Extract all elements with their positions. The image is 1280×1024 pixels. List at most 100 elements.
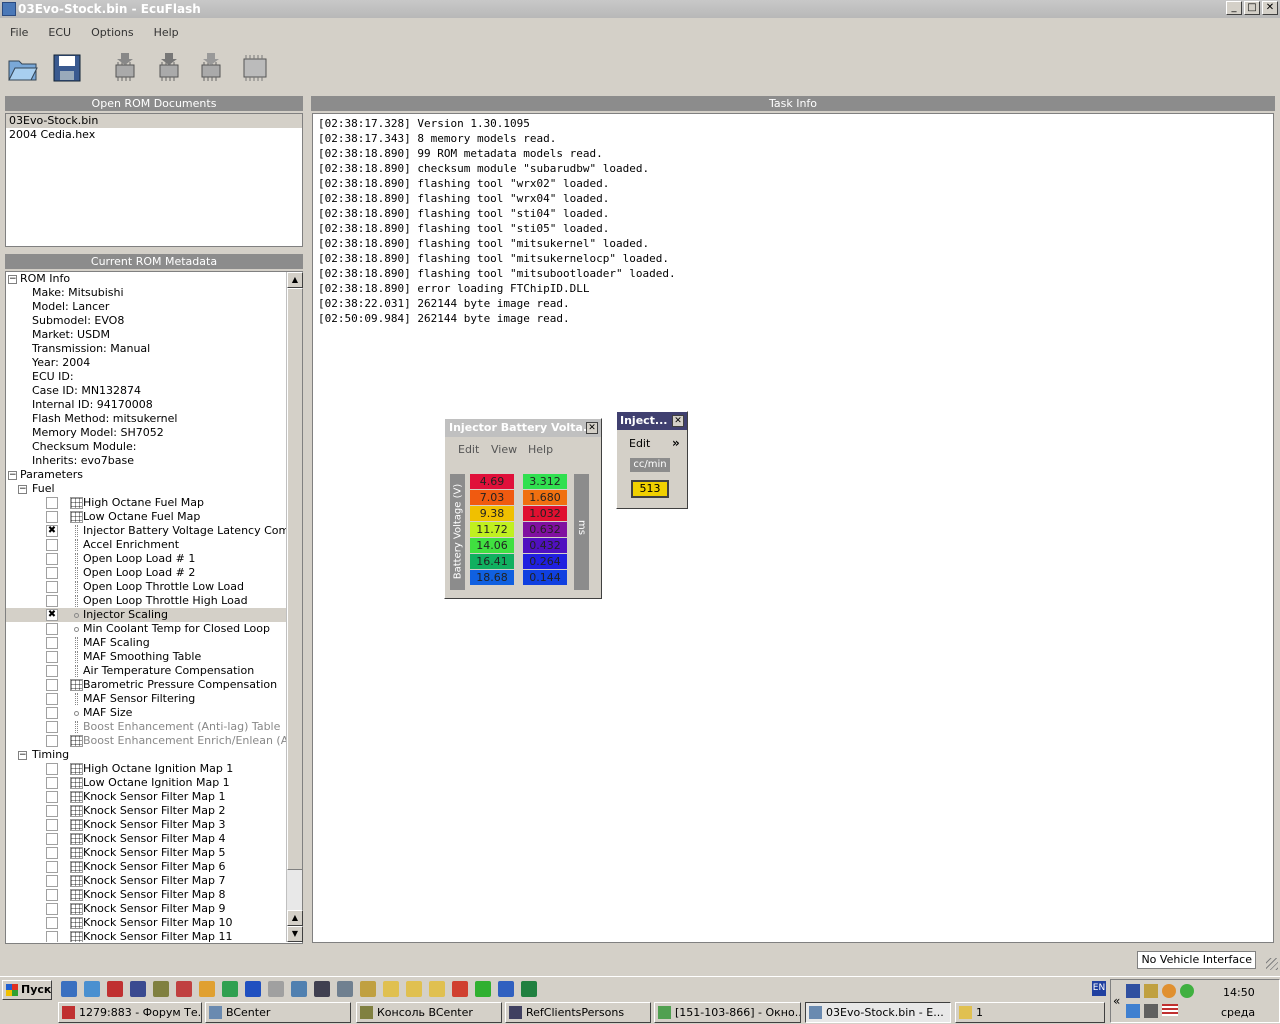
collapse-icon[interactable]: − xyxy=(18,485,27,494)
checkbox[interactable] xyxy=(46,581,58,593)
checkbox[interactable] xyxy=(46,651,58,663)
checkbox[interactable] xyxy=(46,777,58,789)
quicklaunch-pdf-icon[interactable] xyxy=(107,981,123,997)
checkbox[interactable] xyxy=(46,763,58,775)
open-icon[interactable] xyxy=(6,51,40,85)
tree-node-fuel[interactable]: − Fuel xyxy=(6,482,286,496)
parameter-item[interactable]: Knock Sensor Filter Map 7 xyxy=(6,874,286,888)
rom-item[interactable]: 2004 Cedia.hex xyxy=(6,128,302,142)
checkbox[interactable] xyxy=(46,567,58,579)
scaling-menu-edit[interactable]: Edit xyxy=(629,437,650,450)
parameter-item[interactable]: ✖ Injector Scaling xyxy=(6,608,286,622)
checkbox[interactable] xyxy=(46,847,58,859)
parameter-item[interactable]: Accel Enrichment xyxy=(6,538,286,552)
checkbox[interactable] xyxy=(46,707,58,719)
checkbox[interactable] xyxy=(46,595,58,607)
tray-network-icon[interactable] xyxy=(1144,1004,1158,1018)
checkbox[interactable]: ✖ xyxy=(46,525,58,537)
parameter-item[interactable]: Knock Sensor Filter Map 10 xyxy=(6,916,286,930)
parameter-item[interactable]: Knock Sensor Filter Map 2 xyxy=(6,804,286,818)
menu-file[interactable]: File xyxy=(0,26,38,39)
parameter-item[interactable]: Boost Enhancement (Anti-lag) Table xyxy=(6,720,286,734)
quicklaunch-save-icon[interactable] xyxy=(130,981,146,997)
quicklaunch-folder-icon[interactable] xyxy=(383,981,399,997)
parameter-item[interactable]: Barometric Pressure Compensation xyxy=(6,678,286,692)
latency-value-cell[interactable]: 0.144 xyxy=(523,570,567,585)
checkbox[interactable] xyxy=(46,679,58,691)
tree-node-parameters[interactable]: − Parameters xyxy=(6,468,286,482)
tray-clock-icon[interactable] xyxy=(1162,984,1176,998)
parameter-item[interactable]: Knock Sensor Filter Map 9 xyxy=(6,902,286,916)
collapse-icon[interactable]: − xyxy=(8,275,17,284)
taskbar-item-active[interactable]: 03Evo-Stock.bin - E... xyxy=(805,1002,951,1023)
scroll-up-button[interactable]: ▲ xyxy=(287,272,303,288)
write-chip-icon[interactable] xyxy=(152,51,186,85)
rom-info-item[interactable]: Internal ID: 94170008 xyxy=(6,398,286,412)
rom-info-item[interactable]: Flash Method: mitsukernel xyxy=(6,412,286,426)
latency-window-titlebar[interactable]: Injector Battery Volta... ✕ xyxy=(445,419,601,437)
taskbar-item[interactable]: RefClientsPersons xyxy=(505,1002,651,1023)
parameter-item[interactable]: MAF Scaling xyxy=(6,636,286,650)
voltage-axis-cell[interactable]: 11.72 xyxy=(470,522,514,537)
rom-info-item[interactable]: Market: USDM xyxy=(6,328,286,342)
close-button[interactable]: ✕ xyxy=(1262,1,1278,15)
test-write-icon[interactable] xyxy=(194,51,228,85)
parameter-item[interactable]: Open Loop Throttle Low Load xyxy=(6,580,286,594)
checkbox[interactable] xyxy=(46,833,58,845)
checkbox[interactable] xyxy=(46,931,58,942)
quicklaunch-excel-icon[interactable] xyxy=(521,981,537,997)
maximize-button[interactable]: □ xyxy=(1244,1,1260,15)
rom-info-item[interactable]: Inherits: evo7base xyxy=(6,454,286,468)
checkbox[interactable] xyxy=(46,693,58,705)
latency-value-cell[interactable]: 0.632 xyxy=(523,522,567,537)
quicklaunch-monitor-icon[interactable] xyxy=(337,981,353,997)
checkbox[interactable] xyxy=(46,623,58,635)
quicklaunch-box-icon[interactable] xyxy=(452,981,468,997)
menu-more-chevron-icon[interactable]: » xyxy=(672,436,680,450)
parameter-item[interactable]: High Octane Ignition Map 1 xyxy=(6,762,286,776)
checkbox[interactable] xyxy=(46,511,58,523)
rom-info-item[interactable]: Checksum Module: xyxy=(6,440,286,454)
parameter-item[interactable]: Air Temperature Compensation xyxy=(6,664,286,678)
quicklaunch-green-icon[interactable] xyxy=(222,981,238,997)
rom-info-item[interactable]: Memory Model: SH7052 xyxy=(6,426,286,440)
rom-item[interactable]: 03Evo-Stock.bin xyxy=(6,114,302,128)
parameter-item[interactable]: Knock Sensor Filter Map 4 xyxy=(6,832,286,846)
tray-flag-icon[interactable] xyxy=(1162,1004,1178,1016)
parameter-item[interactable]: Knock Sensor Filter Map 8 xyxy=(6,888,286,902)
latency-value-cell[interactable]: 1.680 xyxy=(523,490,567,505)
scroll-down-button[interactable]: ▼ xyxy=(287,926,303,942)
resize-grip-icon[interactable] xyxy=(1266,958,1278,970)
save-icon[interactable] xyxy=(50,51,84,85)
start-button[interactable]: Пуск xyxy=(2,980,52,1000)
taskbar-item[interactable]: BCenter xyxy=(205,1002,351,1023)
parameter-item[interactable]: Low Octane Fuel Map xyxy=(6,510,286,524)
close-icon[interactable]: ✕ xyxy=(672,415,684,427)
latency-value-cell[interactable]: 0.264 xyxy=(523,554,567,569)
parameter-item[interactable]: Low Octane Ignition Map 1 xyxy=(6,776,286,790)
latency-value-cell[interactable]: 0.432 xyxy=(523,538,567,553)
parameter-item[interactable]: Boost Enhancement Enrich/Enlean (Anti... xyxy=(6,734,286,748)
clock-time[interactable]: 14:50 xyxy=(1223,986,1255,999)
language-indicator[interactable]: EN xyxy=(1092,981,1106,996)
scroll-up-button-lower[interactable]: ▲ xyxy=(287,910,303,926)
latency-value-cell[interactable]: 3.312 xyxy=(523,474,567,489)
tray-expand-chevron-icon[interactable]: « xyxy=(1113,994,1120,1008)
checkbox[interactable] xyxy=(46,861,58,873)
tray-key-icon[interactable] xyxy=(1144,984,1158,998)
minimize-button[interactable]: _ xyxy=(1226,1,1242,15)
checkbox[interactable] xyxy=(46,735,58,747)
latency-menu-help[interactable]: Help xyxy=(528,443,553,456)
collapse-icon[interactable]: − xyxy=(8,471,17,480)
quicklaunch-blue-icon[interactable] xyxy=(245,981,261,997)
quicklaunch-image-icon[interactable] xyxy=(291,981,307,997)
voltage-axis-cell[interactable]: 4.69 xyxy=(470,474,514,489)
voltage-axis-cell[interactable]: 7.03 xyxy=(470,490,514,505)
parameter-item[interactable]: Knock Sensor Filter Map 1 xyxy=(6,790,286,804)
parameter-item[interactable]: Knock Sensor Filter Map 3 xyxy=(6,818,286,832)
quicklaunch-word-icon[interactable] xyxy=(498,981,514,997)
latency-menu-view[interactable]: View xyxy=(491,443,517,456)
checkbox[interactable] xyxy=(46,553,58,565)
voltage-axis-cell[interactable]: 18.68 xyxy=(470,570,514,585)
quicklaunch-opera-icon[interactable] xyxy=(176,981,192,997)
